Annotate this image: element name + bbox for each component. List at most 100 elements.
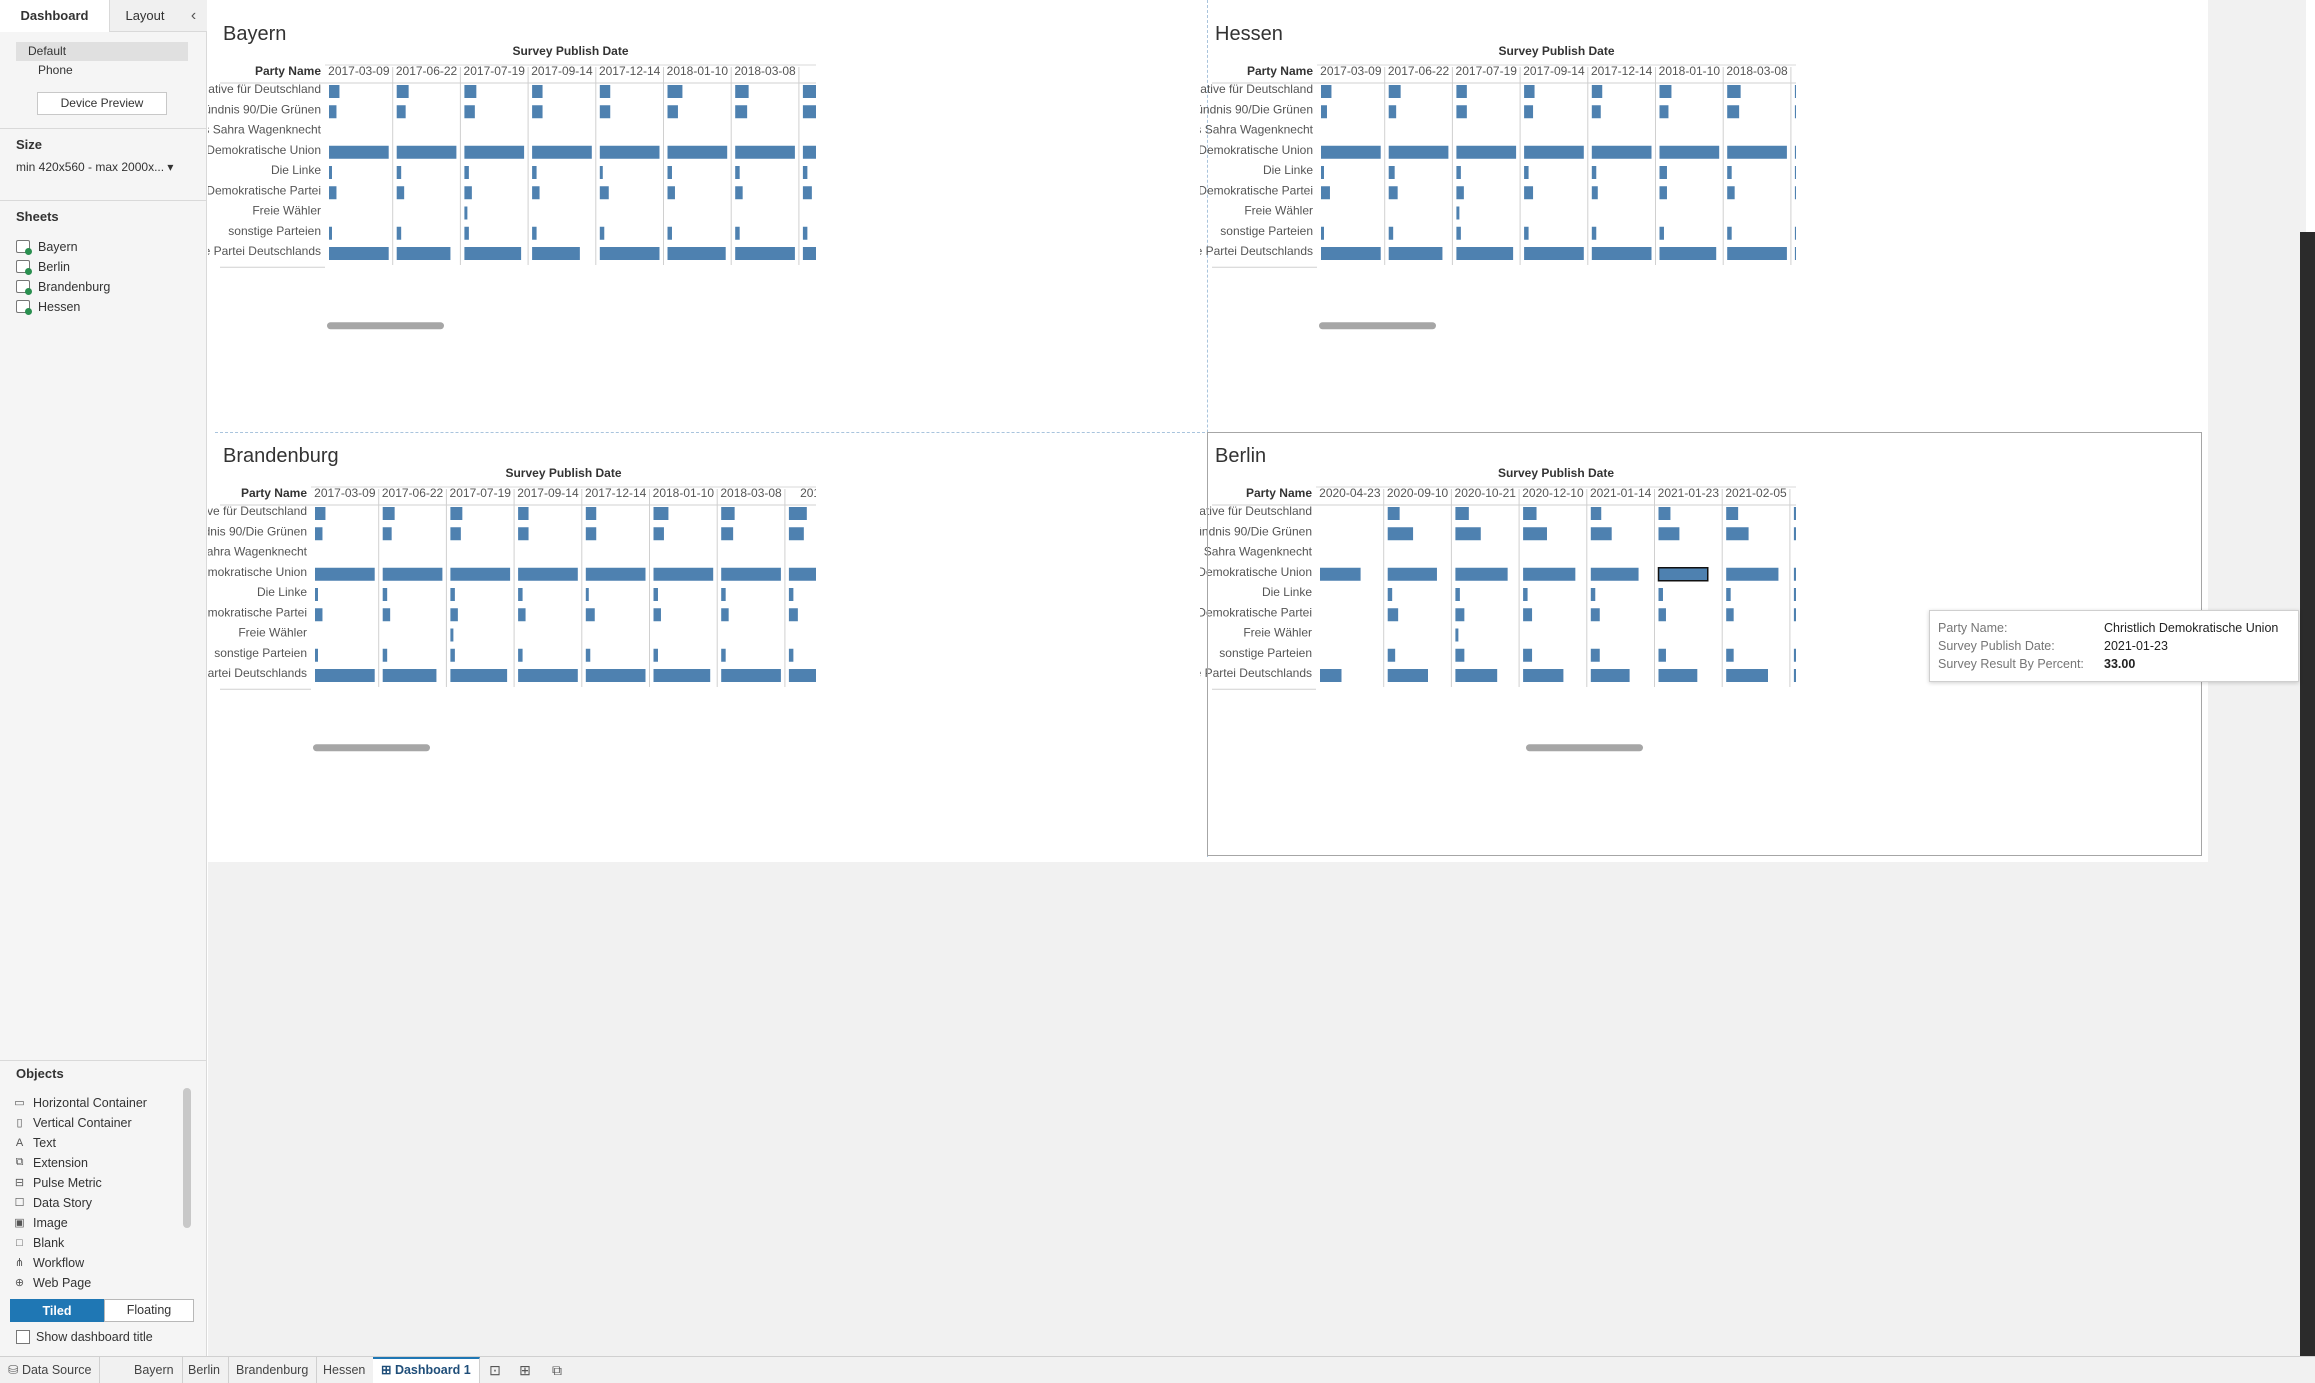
- bar-mark[interactable]: [1388, 226, 1394, 240]
- bar-mark[interactable]: [329, 226, 332, 240]
- sheet-item-hessen[interactable]: Hessen: [16, 297, 80, 316]
- bar-mark[interactable]: [1794, 226, 1799, 240]
- bar-mark[interactable]: [802, 166, 808, 179]
- object-item-extension[interactable]: ⧉ Extension: [12, 1153, 88, 1172]
- bar-mark[interactable]: [532, 145, 592, 159]
- bar-mark[interactable]: [1524, 145, 1584, 159]
- date-column-label[interactable]: 2017-03-09: [1320, 64, 1382, 78]
- bar-mark[interactable]: [1591, 186, 1598, 200]
- bar-mark[interactable]: [585, 608, 595, 622]
- bar-mark[interactable]: [518, 588, 523, 601]
- bar-mark[interactable]: [735, 166, 740, 179]
- object-item-vertical-container[interactable]: ▯ Vertical Container: [12, 1113, 131, 1132]
- bar-mark[interactable]: [1321, 247, 1381, 260]
- bar-mark[interactable]: [382, 527, 392, 541]
- bar-mark[interactable]: [1524, 105, 1534, 119]
- sheet-item-bayern[interactable]: Bayern: [16, 237, 78, 256]
- bar-mark[interactable]: [1321, 166, 1324, 179]
- bar-mark[interactable]: [464, 247, 522, 260]
- bar-mark[interactable]: [1794, 145, 1852, 159]
- tab-sheet-bayern[interactable]: Bayern: [126, 1357, 183, 1383]
- bar-mark[interactable]: [532, 226, 537, 240]
- bar-mark[interactable]: [1794, 247, 1843, 260]
- bar-mark[interactable]: [464, 85, 477, 98]
- bar-mark[interactable]: [1388, 186, 1398, 200]
- bar-mark[interactable]: [315, 669, 375, 682]
- bar-mark[interactable]: [315, 588, 318, 601]
- bar-mark[interactable]: [788, 507, 807, 520]
- bar-mark[interactable]: [518, 669, 578, 682]
- date-column-label[interactable]: 2017-12-14: [599, 64, 661, 78]
- date-column-label[interactable]: 2017-06-22: [1388, 64, 1450, 78]
- bar-mark[interactable]: [329, 186, 337, 200]
- bar-mark[interactable]: [802, 145, 860, 159]
- bar-mark[interactable]: [396, 166, 402, 179]
- bar-mark[interactable]: [518, 507, 529, 520]
- party-row-label[interactable]: Christlich Demokratische Union: [208, 143, 321, 157]
- bar-mark[interactable]: [1727, 186, 1735, 200]
- bar-chart[interactable]: Survey Publish Date Party Name Alternative…: [1200, 5, 2190, 429]
- bar-mark[interactable]: [396, 186, 405, 200]
- bar-mark[interactable]: [532, 166, 537, 179]
- bar-mark[interactable]: [788, 567, 846, 581]
- collapse-panel-icon[interactable]: ‹: [180, 0, 207, 32]
- bar-mark[interactable]: [382, 507, 395, 520]
- horizontal-scrollbar[interactable]: [1319, 322, 1436, 330]
- bar-mark[interactable]: [802, 226, 808, 240]
- bar-mark[interactable]: [721, 608, 729, 622]
- party-row-label[interactable]: Alternative für Deutschland: [208, 82, 321, 96]
- sheet-panel-hessen[interactable]: Hessen Survey Publish DateParty NameAlte…: [1200, 5, 2190, 429]
- bar-mark[interactable]: [735, 186, 743, 200]
- bar-mark[interactable]: [396, 105, 406, 119]
- bar-mark[interactable]: [735, 226, 740, 240]
- tab-dashboard[interactable]: Dashboard: [0, 0, 110, 32]
- bar-mark[interactable]: [1794, 186, 1802, 200]
- date-column-label[interactable]: 2018-01-10: [667, 64, 729, 78]
- bar-mark[interactable]: [1659, 105, 1669, 119]
- date-column-label[interactable]: 2017-12-14: [585, 486, 647, 500]
- bar-mark[interactable]: [396, 85, 409, 98]
- bar-mark[interactable]: [721, 669, 781, 682]
- bar-mark[interactable]: [329, 166, 332, 179]
- object-item-image[interactable]: ▣ Image: [12, 1213, 67, 1232]
- bar-mark[interactable]: [653, 648, 658, 662]
- bar-mark[interactable]: [329, 145, 389, 159]
- date-column-label[interactable]: 2018-01-10: [653, 486, 715, 500]
- bar-mark[interactable]: [653, 507, 669, 520]
- horizontal-scrollbar[interactable]: [313, 744, 430, 752]
- bar-mark[interactable]: [1591, 166, 1597, 179]
- bar-mark[interactable]: [585, 567, 646, 581]
- bar-mark[interactable]: [532, 247, 580, 260]
- bar-mark[interactable]: [585, 588, 589, 601]
- bar-mark[interactable]: [382, 648, 388, 662]
- bar-mark[interactable]: [599, 166, 603, 179]
- bar-mark[interactable]: [788, 608, 798, 622]
- bar-mark[interactable]: [667, 145, 728, 159]
- bar-mark[interactable]: [721, 588, 726, 601]
- party-row-label[interactable]: Freie Demokratische Partei: [208, 183, 321, 197]
- bar-mark[interactable]: [735, 145, 795, 159]
- bar-mark[interactable]: [1591, 226, 1597, 240]
- date-column-label[interactable]: 2017-12-14: [1591, 64, 1653, 78]
- bar-mark[interactable]: [450, 608, 458, 622]
- bar-mark[interactable]: [450, 507, 463, 520]
- bar-mark[interactable]: [1794, 105, 1813, 119]
- party-row-label[interactable]: Alternative für Deutschland: [208, 504, 307, 518]
- date-column-label[interactable]: 2018: [1811, 64, 1838, 78]
- bar-mark[interactable]: [1659, 247, 1717, 260]
- date-column-label[interactable]: 2017-07-19: [450, 486, 512, 500]
- party-row-label[interactable]: Sozialdemokratische Partei Deutschlands: [208, 244, 321, 258]
- floating-button[interactable]: Floating: [104, 1299, 194, 1322]
- bar-mark[interactable]: [1591, 145, 1652, 159]
- tab-dashboard-1[interactable]: ⊞ Dashboard 1: [373, 1357, 480, 1383]
- party-row-label[interactable]: Sozialdemokratische Partei Deutschlands: [1200, 244, 1313, 258]
- bar-mark[interactable]: [667, 186, 675, 200]
- bar-mark[interactable]: [653, 588, 658, 601]
- bar-mark[interactable]: [788, 527, 804, 541]
- bar-mark[interactable]: [518, 527, 529, 541]
- bar-mark[interactable]: [1456, 226, 1461, 240]
- bar-mark[interactable]: [1591, 85, 1603, 98]
- date-column-label[interactable]: 2017-07-19: [1456, 64, 1518, 78]
- bar-mark[interactable]: [450, 567, 511, 581]
- size-dropdown[interactable]: min 420x560 - max 2000x... ▾: [16, 160, 191, 174]
